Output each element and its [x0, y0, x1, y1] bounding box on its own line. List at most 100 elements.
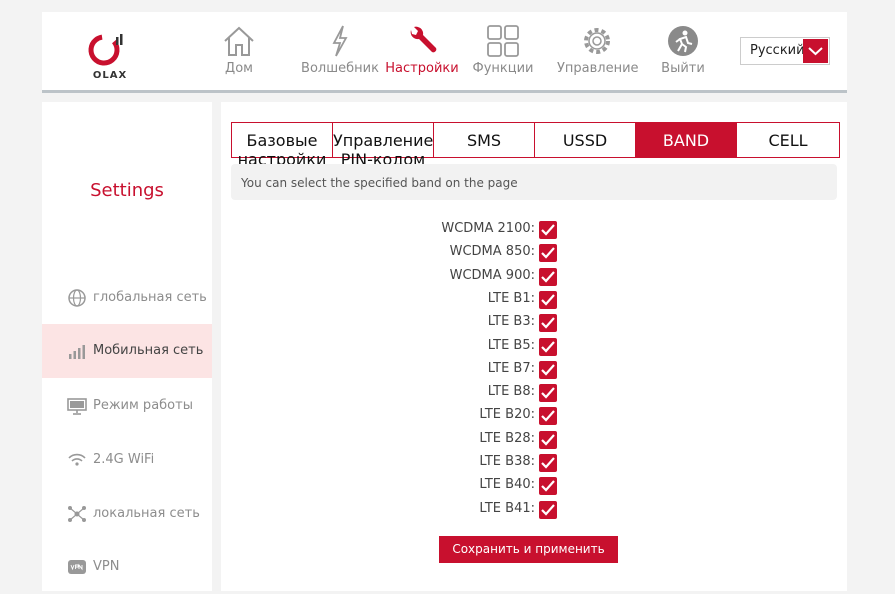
tab-label: BAND — [662, 131, 710, 150]
band-row: LTE B7: — [401, 359, 561, 381]
checkmark-icon — [541, 340, 555, 353]
band-label: LTE B28: — [479, 430, 535, 446]
monitor-icon — [67, 398, 87, 415]
band-label: LTE B3: — [487, 314, 535, 330]
nav-functions[interactable]: Функции — [463, 24, 543, 76]
band-label: LTE B8: — [487, 384, 535, 400]
checkmark-icon — [541, 387, 555, 399]
sidebar-item-wifi-24g[interactable]: 2.4G WiFi — [42, 433, 212, 487]
nav-home[interactable]: Дом — [199, 24, 279, 76]
header-divider — [42, 90, 847, 93]
vpn-icon — [68, 560, 86, 574]
tab-pin-management[interactable]: Управление PIN-кодом — [332, 122, 434, 169]
band-checkbox[interactable] — [539, 430, 557, 449]
olax-logo[interactable]: OLAX — [84, 22, 134, 82]
language-selected: Русский — [750, 43, 805, 58]
tab-label: SMS — [466, 131, 502, 150]
tab-sms[interactable]: SMS — [433, 122, 535, 158]
band-checkbox[interactable] — [539, 500, 557, 519]
sidebar-title: Settings — [90, 180, 164, 201]
olax-logo-icon — [88, 34, 123, 66]
wrench-icon — [410, 26, 437, 53]
tab-label: CELL — [768, 131, 808, 150]
sidebar-item-label: глобальная сеть — [93, 290, 207, 305]
nav-logout-label: Выйти — [661, 61, 705, 76]
nav-logout[interactable]: Выйти — [643, 24, 723, 76]
sidebar-item-operation-mode[interactable]: Режим работы — [42, 379, 212, 433]
band-row: WCDMA 2100: — [401, 219, 561, 241]
tab-ussd[interactable]: USSD — [534, 122, 636, 158]
band-checkbox[interactable] — [539, 477, 557, 496]
band-row: WCDMA 900: — [401, 266, 561, 288]
band-label: LTE B40: — [479, 477, 535, 493]
globe-icon — [68, 289, 86, 307]
checkmark-icon — [541, 503, 555, 516]
checkmark-icon — [541, 364, 555, 376]
sidebar-item-label: VPN — [93, 559, 120, 574]
nav-home-label: Дом — [225, 61, 253, 76]
band-checkbox[interactable] — [539, 384, 557, 403]
lan-network-icon — [68, 506, 86, 522]
checkmark-icon — [541, 480, 555, 492]
wizard-bolt-icon — [332, 25, 348, 57]
nav-settings[interactable]: Настройки — [382, 24, 462, 76]
band-row: LTE B1: — [401, 289, 561, 311]
sidebar-item-label: Режим работы — [93, 398, 193, 413]
checkmark-icon — [541, 410, 555, 422]
tab-basic-settings[interactable]: Базовые настройки — [231, 122, 333, 169]
sidebar-item-wan[interactable]: глобальная сеть — [42, 271, 212, 325]
sidebar-item-mobile-network[interactable]: Мобильная сеть — [42, 324, 212, 378]
language-select[interactable]: Русский — [740, 37, 830, 65]
band-checkbox[interactable] — [539, 454, 557, 472]
band-checkbox[interactable] — [539, 360, 557, 379]
nav-wizard-label: Волшебник — [301, 61, 379, 76]
band-checkbox[interactable] — [539, 244, 557, 263]
band-label: LTE B5: — [487, 337, 535, 353]
save-apply-button[interactable]: Сохранить и применить — [439, 536, 618, 563]
logout-runner-icon — [668, 26, 698, 56]
checkmark-icon — [541, 247, 555, 259]
band-label: LTE B20: — [479, 407, 535, 423]
band-checkbox[interactable] — [539, 314, 557, 333]
tab-label: USSD — [562, 131, 608, 150]
band-label: LTE B1: — [487, 290, 535, 306]
gear-icon — [584, 28, 610, 54]
chevron-down-icon — [808, 47, 823, 56]
nav-management[interactable]: Управление — [557, 24, 639, 76]
band-label: WCDMA 850: — [449, 244, 535, 260]
band-label: LTE B7: — [487, 360, 535, 376]
tab-cell[interactable]: CELL — [736, 122, 840, 158]
signal-bars-icon — [69, 345, 85, 359]
nav-settings-label: Настройки — [385, 61, 459, 76]
band-row: WCDMA 850: — [401, 242, 561, 264]
band-label: WCDMA 2100: — [441, 221, 535, 236]
checkmark-icon — [541, 224, 555, 236]
language-dropdown-button[interactable] — [803, 39, 828, 63]
band-row: LTE B5: — [401, 336, 561, 358]
nav-wizard[interactable]: Волшебник — [300, 24, 380, 76]
sidebar-item-vpn[interactable]: VPN — [42, 540, 212, 594]
checkmark-icon — [541, 294, 555, 306]
tab-band[interactable]: BAND — [635, 122, 737, 158]
sidebar-item-lan[interactable]: локальная сеть — [42, 487, 212, 541]
nav-management-label: Управление — [557, 61, 639, 76]
notice-text: You can select the specified band on the… — [241, 176, 518, 190]
sidebar-item-label: локальная сеть — [93, 506, 200, 521]
top-header: OLAX Дом Волшебник Настройки Функции Упр… — [42, 12, 847, 90]
band-checkbox[interactable] — [539, 267, 557, 286]
band-row: LTE B40: — [401, 475, 561, 497]
band-checkbox[interactable] — [539, 407, 557, 426]
band-label: LTE B41: — [479, 500, 535, 516]
checkmark-icon — [541, 457, 555, 469]
wifi-icon — [68, 453, 86, 466]
settings-tabs: Базовые настройки Управление PIN-кодом S… — [231, 122, 840, 169]
band-checkbox[interactable] — [539, 337, 557, 356]
home-icon — [224, 26, 254, 56]
checkmark-icon — [541, 270, 555, 283]
band-row: LTE B28: — [401, 429, 561, 451]
nav-functions-label: Функции — [472, 61, 534, 76]
sidebar-item-label: 2.4G WiFi — [93, 452, 155, 467]
sidebar-item-label: Мобильная сеть — [93, 343, 204, 358]
band-checkbox[interactable] — [539, 290, 557, 309]
band-checkbox[interactable] — [539, 221, 557, 239]
